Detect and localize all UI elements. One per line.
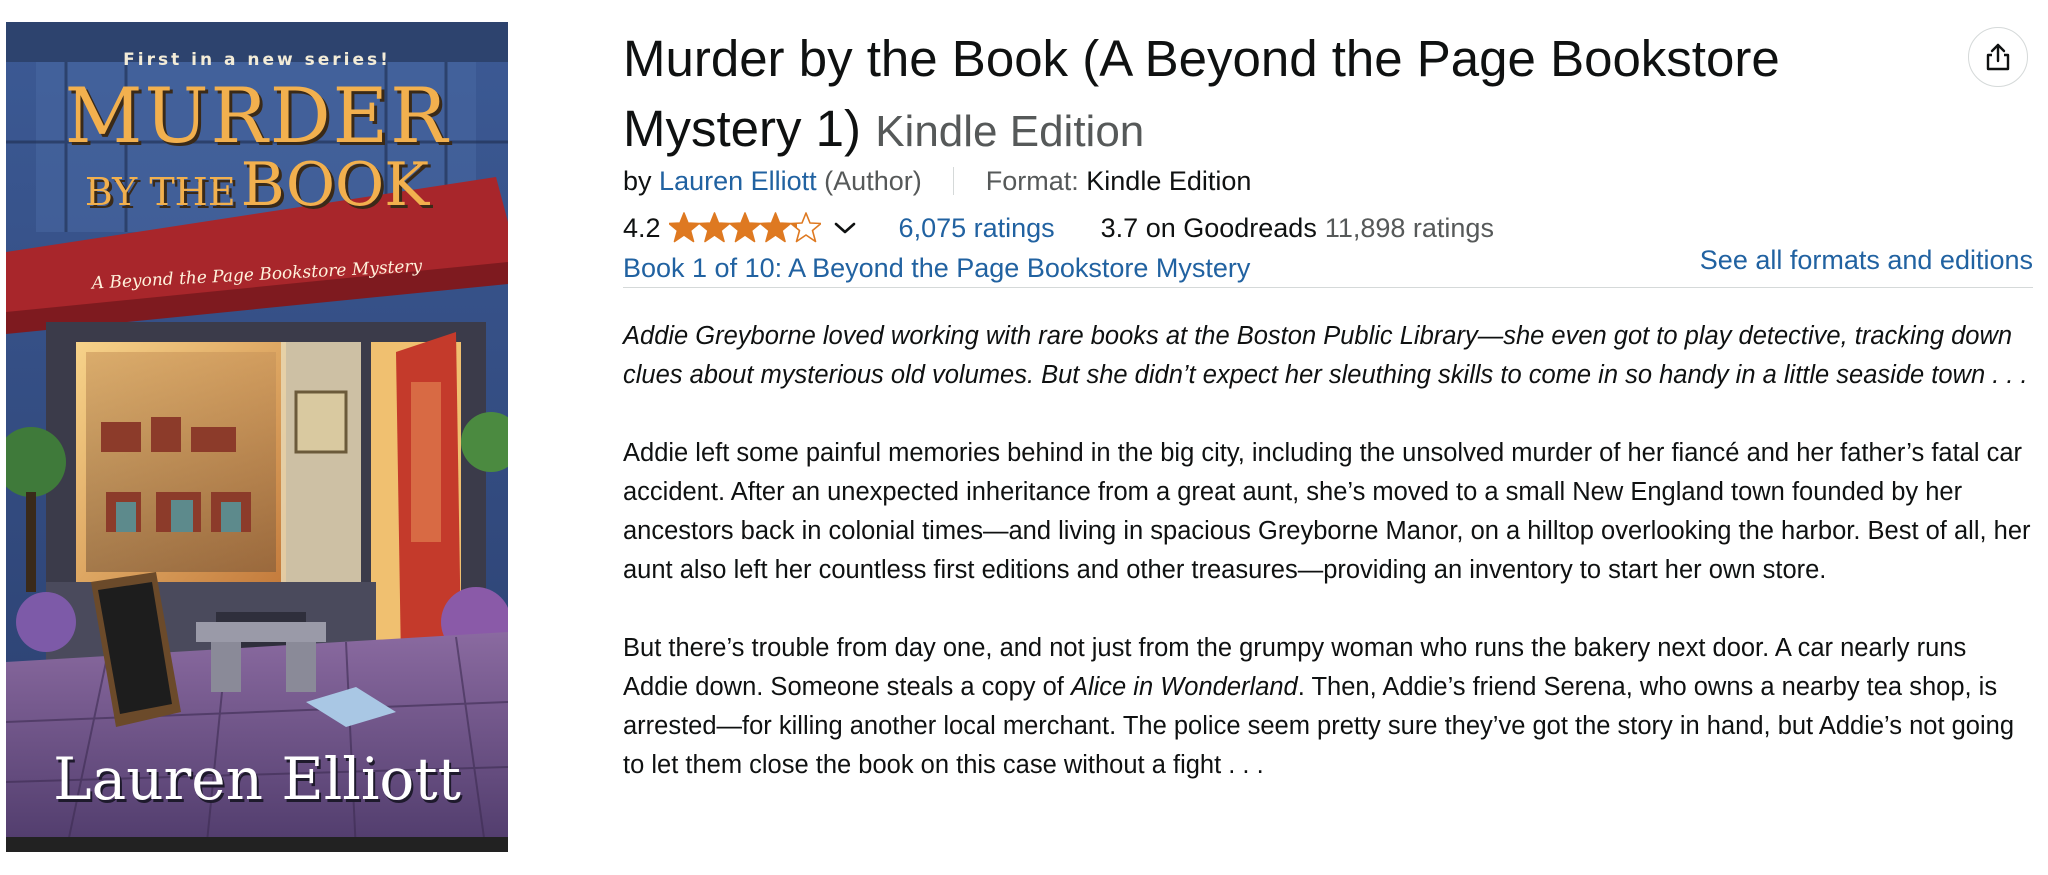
format-value: Kindle Edition (1086, 166, 1252, 196)
goodreads-score: 3.7 on Goodreads (1100, 213, 1317, 243)
rating-average: 4.2 (623, 213, 661, 243)
cover-tagline: First in a new series! (123, 50, 391, 70)
cover-title-by-the: BY THE (84, 170, 236, 214)
star-rating-icon (668, 212, 821, 243)
author-role: (Author) (824, 166, 922, 196)
ratings-count-link[interactable]: 6,075 ratings (899, 210, 1055, 246)
cover-title-book: BOOK (240, 150, 430, 220)
product-title: Murder by the Book (A Beyond the Page Bo… (623, 24, 1923, 167)
cover-author: Lauren Elliott (53, 745, 461, 813)
share-button[interactable] (1968, 27, 2028, 87)
star-rating[interactable] (668, 212, 821, 244)
divider (623, 287, 2033, 288)
cover-title-line2: BY THE BOOK (6, 150, 508, 235)
description-paragraph-3: But there’s trouble from day one, and no… (623, 629, 2033, 785)
product-title-text: Murder by the Book (A Beyond the Page Bo… (623, 30, 1780, 157)
author-link[interactable]: Lauren Elliott (659, 166, 817, 196)
share-icon (1986, 43, 2010, 71)
book-cover-image[interactable]: First in a new series! MURDER BY THE BOO… (6, 22, 508, 852)
star-5 (789, 212, 821, 243)
star-3 (728, 212, 761, 243)
byline-by: by (623, 166, 652, 196)
star-2 (698, 212, 730, 243)
description-p3-italic: Alice in Wonderland (1070, 673, 1298, 701)
series-link[interactable]: Book 1 of 10: A Beyond the Page Bookstor… (623, 250, 1250, 286)
byline: by Lauren Elliott (Author) Format: Kindl… (623, 164, 1251, 198)
see-all-formats-link[interactable]: See all formats and editions (1700, 242, 2033, 278)
star-1 (668, 212, 700, 243)
chevron-down-icon (834, 222, 855, 234)
product-edition: Kindle Edition (875, 107, 1145, 156)
star-4 (759, 212, 791, 243)
book-description: Addie Greyborne loved working with rare … (623, 317, 2033, 824)
byline-separator (953, 167, 955, 195)
goodreads-count: 11,898 ratings (1324, 213, 1494, 243)
format-label: Format: (985, 166, 1079, 196)
ratings-row: 4.2 6,075 ratings 3.7 on Goodreads 11,89… (623, 210, 1494, 246)
cover-title-line1: MURDER (64, 71, 450, 160)
rating-popover-toggle[interactable] (833, 220, 857, 236)
description-paragraph-2: Addie left some painful memories behind … (623, 439, 2031, 584)
description-lead: Addie Greyborne loved working with rare … (623, 322, 2028, 389)
